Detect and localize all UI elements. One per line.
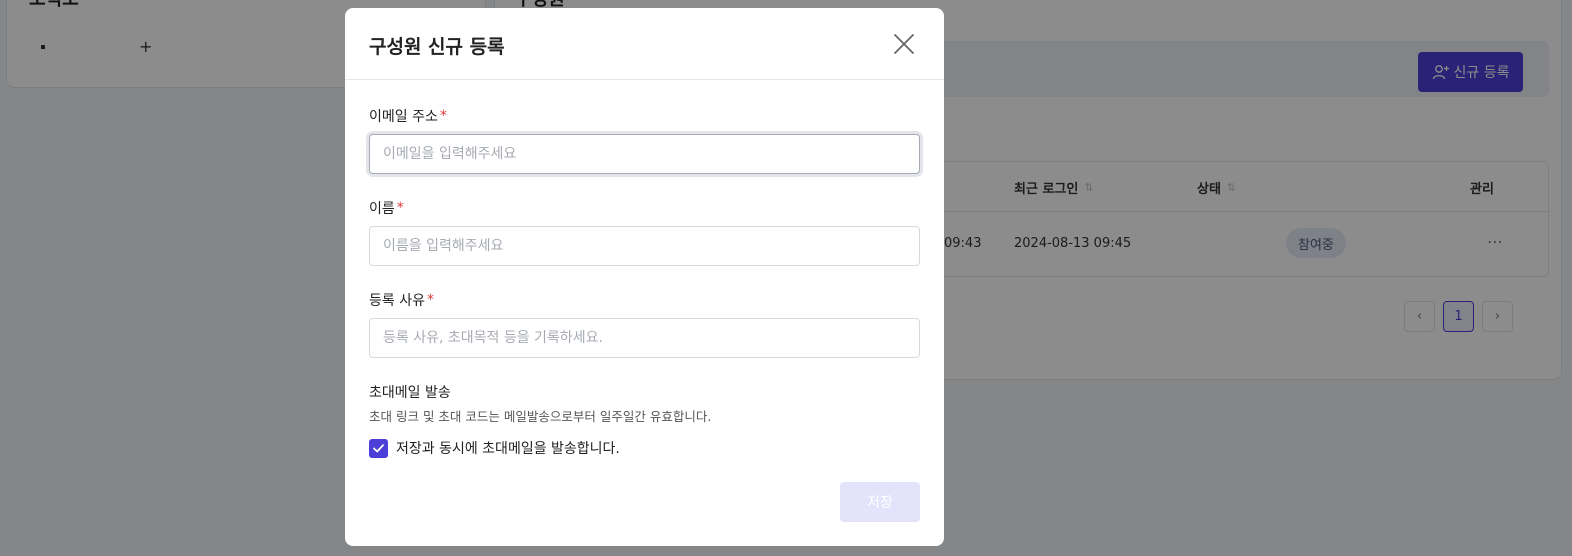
- invite-description: 초대 링크 및 초대 코드는 메일발송으로부터 일주일간 유효합니다.: [369, 409, 712, 424]
- required-mark: *: [439, 108, 447, 124]
- reason-field-group: 등록 사유 *: [369, 290, 920, 358]
- send-invite-checkbox[interactable]: [369, 438, 388, 458]
- required-mark: *: [396, 200, 404, 216]
- reason-label: 등록 사유 *: [369, 292, 434, 309]
- invite-title: 초대메일 발송: [369, 385, 451, 401]
- save-button[interactable]: 저장: [840, 482, 920, 522]
- email-input[interactable]: [369, 134, 920, 174]
- close-button[interactable]: [890, 30, 918, 58]
- email-label: 이메일 주소 *: [369, 108, 447, 125]
- email-field-group: 이메일 주소 *: [369, 106, 920, 174]
- modal-header: 구성원 신규 등록: [345, 8, 944, 80]
- name-field-group: 이름 *: [369, 198, 920, 266]
- required-mark: *: [426, 292, 434, 308]
- reason-input[interactable]: [369, 318, 920, 358]
- new-member-modal: 구성원 신규 등록 이메일 주소 * 이름 * 등록 사유 * 초대메일 발송 …: [345, 8, 944, 546]
- modal-title: 구성원 신규 등록: [369, 36, 505, 58]
- name-input[interactable]: [369, 226, 920, 266]
- close-icon: [894, 34, 914, 54]
- name-label: 이름 *: [369, 200, 404, 217]
- send-invite-option[interactable]: 저장과 동시에 초대메일을 발송합니다.: [369, 438, 620, 458]
- check-icon: [373, 443, 384, 452]
- send-invite-label[interactable]: 저장과 동시에 초대메일을 발송합니다.: [396, 438, 620, 458]
